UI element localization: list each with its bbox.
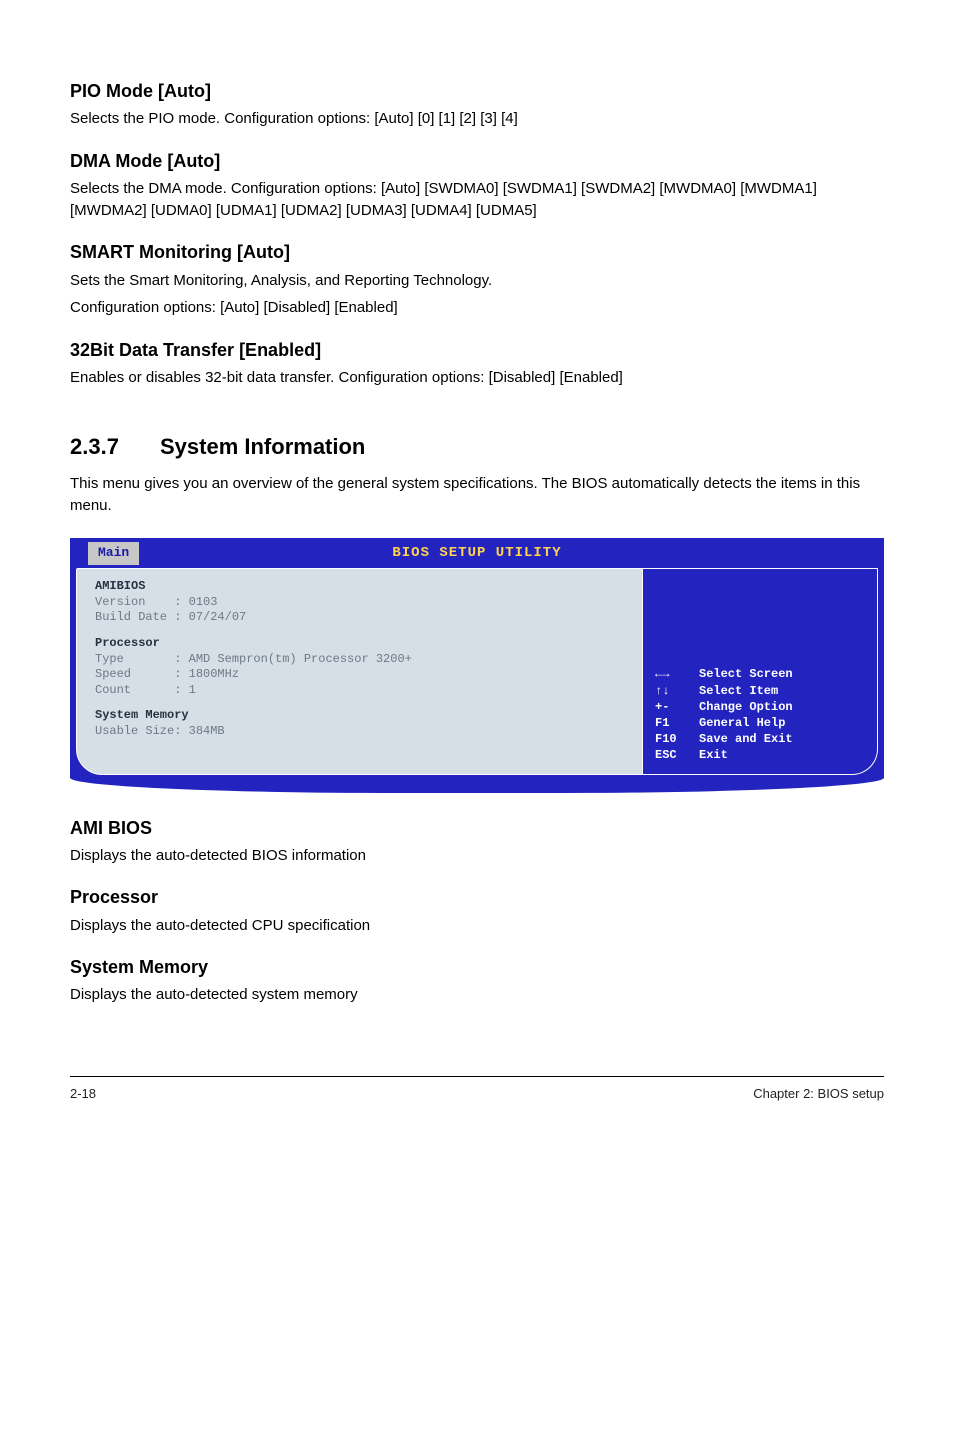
text-processor: Displays the auto-detected CPU specifica… [70,915,884,937]
legend-key-f1: F1 [655,715,689,731]
bios-build-line: Build Date : 07/24/07 [95,610,624,626]
bios-left-panel: AMIBIOS Version : 0103 Build Date : 07/2… [76,568,643,774]
bios-count-line: Count : 1 [95,683,624,699]
text-smart-2: Configuration options: [Auto] [Disabled]… [70,297,884,319]
text-pio-mode: Selects the PIO mode. Configuration opti… [70,108,884,130]
heading-32bit: 32Bit Data Transfer [Enabled] [70,337,884,363]
legend-text: General Help [699,715,785,731]
bios-type-line: Type : AMD Sempron(tm) Processor 3200+ [95,652,624,668]
page-footer: 2-18 Chapter 2: BIOS setup [70,1076,884,1104]
heading-number: 2.3.7 [70,431,160,463]
text-dma-mode: Selects the DMA mode. Configuration opti… [70,178,884,222]
text-sysinfo-intro: This menu gives you an overview of the g… [70,473,884,517]
text-smart-1: Sets the Smart Monitoring, Analysis, and… [70,270,884,292]
heading-title: System Information [160,431,365,463]
legend-text: Save and Exit [699,731,793,747]
text-ami-bios: Displays the auto-detected BIOS informat… [70,845,884,867]
bios-speed-line: Speed : 1800MHz [95,667,624,683]
bios-setup-screenshot: BIOS SETUP UTILITY Main AMIBIOS Version … [70,538,884,792]
legend-text: Select Screen [699,666,793,682]
legend-row: ↑↓ Select Item [655,683,865,699]
legend-row: ←→ Select Screen [655,666,865,682]
heading-system-memory: System Memory [70,954,884,980]
bios-amibios-label: AMIBIOS [95,579,624,595]
chapter-title: Chapter 2: BIOS setup [753,1085,884,1104]
bios-sysmem-label: System Memory [95,708,624,724]
bios-title: BIOS SETUP UTILITY [70,543,884,563]
bios-usable-line: Usable Size: 384MB [95,724,624,740]
bios-fade-decor [70,761,884,793]
legend-text: Change Option [699,699,793,715]
bios-legend: ←→ Select Screen ↑↓ Select Item +- Chang… [655,666,865,763]
bios-version-line: Version : 0103 [95,595,624,611]
heading-pio-mode: PIO Mode [Auto] [70,78,884,104]
bios-body: AMIBIOS Version : 0103 Build Date : 07/2… [70,568,884,774]
page-number: 2-18 [70,1085,96,1104]
legend-key-pm-icon: +- [655,699,689,715]
text-32bit: Enables or disables 32-bit data transfer… [70,367,884,389]
legend-key-lr-icon: ←→ [655,666,689,682]
heading-system-information: 2.3.7 System Information [70,431,884,463]
heading-dma-mode: DMA Mode [Auto] [70,148,884,174]
legend-key-f10: F10 [655,731,689,747]
legend-row: +- Change Option [655,699,865,715]
heading-processor: Processor [70,884,884,910]
legend-row: F1 General Help [655,715,865,731]
bios-titlebar: BIOS SETUP UTILITY Main [70,538,884,568]
bios-right-panel: ←→ Select Screen ↑↓ Select Item +- Chang… [643,568,878,774]
legend-row: F10 Save and Exit [655,731,865,747]
legend-text: Select Item [699,683,778,699]
heading-smart: SMART Monitoring [Auto] [70,239,884,265]
legend-key-ud-icon: ↑↓ [655,683,689,699]
bios-processor-label: Processor [95,636,624,652]
heading-ami-bios: AMI BIOS [70,815,884,841]
text-system-memory: Displays the auto-detected system memory [70,984,884,1006]
